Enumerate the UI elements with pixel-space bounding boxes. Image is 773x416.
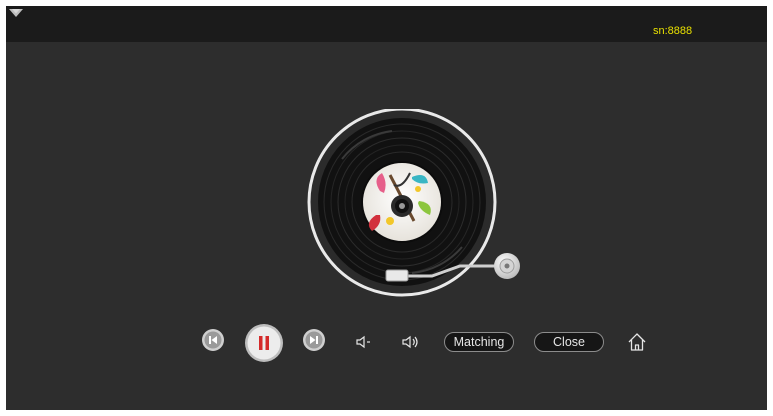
- volume-up-button[interactable]: [402, 335, 420, 349]
- volume-down-button[interactable]: [356, 335, 372, 349]
- home-button[interactable]: [627, 332, 647, 352]
- volume-up-icon: [402, 335, 418, 349]
- volume-down-icon: [356, 335, 370, 349]
- record-label-art: [361, 161, 443, 243]
- pause-button[interactable]: [244, 323, 284, 363]
- music-player-screen: sn:8888 Matching Close: [6, 6, 767, 410]
- status-bar: sn:8888: [6, 6, 767, 42]
- close-button[interactable]: Close: [534, 332, 604, 352]
- matching-button[interactable]: Matching: [444, 332, 514, 352]
- wifi-icon: [9, 9, 23, 17]
- previous-button[interactable]: [201, 328, 225, 352]
- next-button[interactable]: [302, 328, 326, 352]
- home-icon: [628, 333, 646, 351]
- serial-number: sn:8888: [653, 25, 693, 37]
- record-player: [307, 109, 520, 297]
